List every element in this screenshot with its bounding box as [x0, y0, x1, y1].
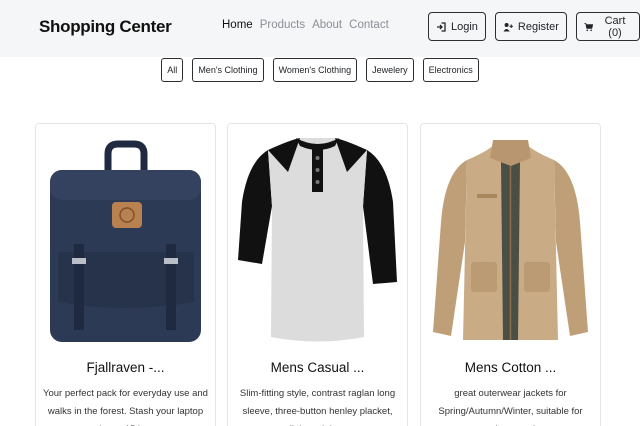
filter-mens-clothing-button[interactable]: Men's Clothing: [192, 58, 264, 82]
user-plus-icon: [503, 22, 513, 31]
brand-logo[interactable]: Shopping Center: [39, 17, 172, 37]
product-description: Your perfect pack for everyday use and w…: [43, 388, 208, 426]
account-buttons: Login Register Cart (0): [428, 12, 640, 41]
filter-electronics-button[interactable]: Electronics: [422, 58, 479, 82]
product-title[interactable]: Mens Cotton ...: [421, 360, 600, 375]
product-title[interactable]: Fjallraven -...: [36, 360, 215, 375]
product-description: great outerwear jackets for Spring/Autum…: [438, 388, 583, 426]
backpack-image[interactable]: [36, 132, 215, 347]
login-label: Login: [451, 20, 478, 33]
navbar: Shopping Center Home Products About Cont…: [0, 0, 640, 57]
main-nav: Home Products About Contact: [222, 19, 389, 31]
cart-button[interactable]: Cart (0): [575, 12, 640, 41]
category-filters: All Men's Clothing Women's Clothing Jewe…: [0, 58, 640, 82]
filter-jewelery-button[interactable]: Jewelery: [366, 58, 414, 82]
cart-label: Cart (0): [604, 14, 626, 39]
product-card[interactable]: Fjallraven -... Your perfect pack for ev…: [35, 123, 216, 426]
filter-all-button[interactable]: All: [161, 58, 184, 82]
cotton-jacket-image[interactable]: [421, 132, 600, 347]
product-title[interactable]: Mens Casual ...: [228, 360, 407, 375]
login-button[interactable]: Login: [428, 12, 486, 41]
henley-shirt-image[interactable]: [228, 132, 407, 347]
register-label: Register: [517, 20, 559, 33]
sign-in-icon: [437, 21, 446, 32]
shopping-cart-icon: [584, 22, 594, 31]
filter-womens-clothing-button[interactable]: Women's Clothing: [272, 58, 358, 82]
product-card[interactable]: Mens Cotton ... great outerwear jackets …: [420, 123, 601, 426]
register-button[interactable]: Register: [494, 12, 567, 41]
nav-link-contact[interactable]: Contact: [349, 19, 389, 31]
product-card[interactable]: Mens Casual ... Slim-fitting style, cont…: [227, 123, 408, 426]
product-description: Slim-fitting style, contrast raglan long…: [239, 388, 396, 426]
nav-link-home[interactable]: Home: [222, 19, 253, 31]
nav-link-products[interactable]: Products: [260, 19, 305, 31]
nav-link-about[interactable]: About: [312, 19, 342, 31]
